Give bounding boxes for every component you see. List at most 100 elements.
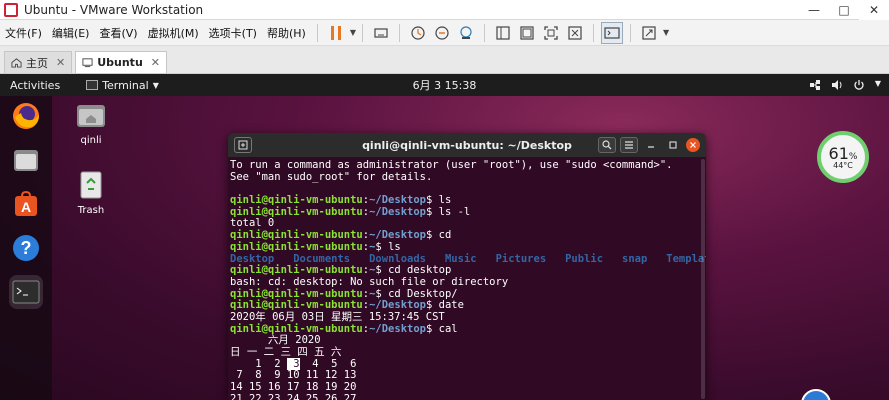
prompt-path: ~/Desktop — [369, 194, 426, 207]
terminal-close-button[interactable] — [686, 138, 700, 152]
desktop-icon-trash[interactable]: Trash — [66, 170, 116, 216]
prompt-command: $ cd — [426, 229, 452, 242]
desktop-icon-home[interactable]: qinli — [66, 100, 116, 146]
unity-view-button[interactable] — [516, 22, 538, 44]
maximize-icon — [669, 141, 677, 149]
snapshot-icon — [411, 25, 425, 40]
directory-entry: Pictures — [495, 252, 547, 265]
terminal-minimize-button[interactable] — [642, 137, 660, 153]
revert-snapshot-button[interactable] — [431, 22, 453, 44]
new-tab-icon — [238, 140, 248, 150]
app-menu-label: Terminal — [102, 78, 149, 92]
directory-entry: Downloads — [369, 252, 427, 265]
menu-vm[interactable]: 虚拟机(M) — [143, 25, 204, 41]
close-icon[interactable]: ✕ — [151, 56, 160, 69]
snapshot-button[interactable] — [407, 22, 429, 44]
stretch-button[interactable] — [638, 22, 660, 44]
directory-entry: Music — [444, 252, 477, 265]
send-keys-button[interactable] — [370, 22, 392, 44]
network-icon — [809, 80, 820, 90]
system-monitor-widget: 61% 44°C — [817, 131, 869, 183]
menu-view[interactable]: 查看(V) — [94, 25, 142, 41]
terminal-view-button[interactable] — [600, 21, 623, 44]
chevron-down-icon[interactable]: ▼ — [350, 28, 356, 37]
tab-home[interactable]: 主页 ✕ — [4, 51, 73, 73]
dock-terminal[interactable] — [9, 275, 43, 309]
prompt-user: qinli@qinli-vm-ubuntu — [230, 194, 363, 207]
power-icon — [854, 80, 864, 90]
prompt-user: qinli@qinli-vm-ubuntu — [230, 205, 363, 218]
new-tab-button[interactable] — [234, 137, 252, 153]
snapshot-manager-button[interactable] — [455, 22, 477, 44]
prompt-command: $ cal — [426, 322, 458, 335]
terminal-maximize-button[interactable] — [664, 137, 682, 153]
menu-tabs[interactable]: 选项卡(T) — [204, 25, 262, 41]
revert-snapshot-icon — [435, 25, 449, 40]
close-icon[interactable]: ✕ — [56, 56, 65, 69]
terminal-line: See "man sudo_root" for details. — [230, 170, 433, 183]
terminal-header: qinli@qinli-vm-ubuntu: ~/Desktop — [228, 133, 706, 157]
directory-entry: Documents — [293, 252, 351, 265]
minimize-button[interactable]: — — [799, 0, 829, 20]
help-icon: ? — [13, 235, 39, 261]
menu-button[interactable] — [620, 137, 638, 153]
pause-button[interactable] — [325, 22, 347, 44]
home-icon — [11, 58, 22, 68]
prompt-command: $ cd desktop — [375, 264, 452, 277]
terminal-icon — [12, 280, 40, 304]
prompt-user: qinli@qinli-vm-ubuntu — [230, 240, 363, 253]
prompt-path: ~/Desktop — [369, 205, 426, 218]
terminal-line: To run a command as administrator (user … — [230, 159, 673, 171]
toolbar-separator — [629, 23, 631, 42]
vm-tab-bar: 主页 ✕ Ubuntu ✕ — [0, 46, 889, 74]
directory-entry: snap — [622, 252, 648, 265]
directory-entry: Desktop — [230, 252, 275, 265]
dock-help[interactable]: ? — [9, 231, 43, 265]
trash-icon — [80, 171, 102, 199]
hamburger-icon — [625, 141, 633, 149]
autofit-icon — [568, 25, 582, 40]
send-keys-icon — [374, 27, 388, 38]
search-button[interactable] — [598, 137, 616, 153]
vmware-titlebar: Ubuntu - VMware Workstation — □ ✕ — [0, 0, 889, 20]
desktop-icon-label: Trash — [77, 205, 105, 216]
fullscreen-icon — [544, 25, 558, 40]
console-view-button[interactable] — [492, 22, 514, 44]
dock-firefox[interactable] — [9, 99, 43, 133]
terminal-line: 14 15 16 17 18 19 20 — [230, 381, 357, 394]
maximize-button[interactable]: □ — [829, 0, 859, 20]
software-icon: A — [15, 190, 37, 216]
prompt-path: ~/Desktop — [369, 322, 426, 335]
floating-badge[interactable] — [801, 389, 831, 400]
system-tray[interactable]: ▼ — [809, 79, 889, 91]
toolbar-separator — [361, 23, 363, 42]
chevron-down-icon[interactable]: ▼ — [663, 28, 669, 37]
stretch-icon — [642, 25, 656, 40]
close-button[interactable]: ✕ — [859, 0, 889, 20]
chevron-down-icon: ▼ — [874, 79, 881, 88]
terminal-line: qinli@qinli-vm-ubuntu:~/Desktop$ ls -l — [230, 205, 704, 219]
prompt-user: qinli@qinli-vm-ubuntu — [230, 264, 363, 277]
prompt-path: ~/Desktop — [369, 299, 426, 312]
terminal-output[interactable]: To run a command as administrator (user … — [228, 157, 706, 400]
menu-file[interactable]: 文件(F) — [0, 25, 47, 41]
prompt-path: ~/Desktop — [369, 229, 426, 242]
menu-help[interactable]: 帮助(H) — [262, 25, 311, 41]
terminal-scrollbar[interactable] — [701, 159, 705, 399]
minimize-icon — [648, 146, 654, 148]
dock-software[interactable]: A — [9, 187, 43, 221]
menu-edit[interactable]: 编辑(E) — [47, 25, 95, 41]
fullscreen-button[interactable] — [540, 22, 562, 44]
tab-ubuntu[interactable]: Ubuntu ✕ — [75, 51, 167, 73]
toolbar-separator — [398, 23, 400, 42]
dock-files[interactable] — [9, 143, 43, 177]
autofit-button[interactable] — [564, 22, 586, 44]
prompt-user: qinli@qinli-vm-ubuntu — [230, 287, 363, 300]
app-menu[interactable]: Terminal ▼ — [86, 79, 159, 92]
terminal-window[interactable]: qinli@qinli-vm-ubuntu: ~/Desktop To run … — [228, 133, 706, 400]
prompt-command: $ ls — [426, 194, 452, 207]
gnome-top-bar: Activities Terminal ▼ 6月 3 15:38 ▼ — [0, 74, 889, 96]
terminal-line: 21 22 23 24 25 26 27 — [230, 392, 357, 400]
terminal-line: 日 一 二 三 四 五 六 — [230, 346, 342, 358]
activities-button[interactable]: Activities — [0, 79, 70, 92]
